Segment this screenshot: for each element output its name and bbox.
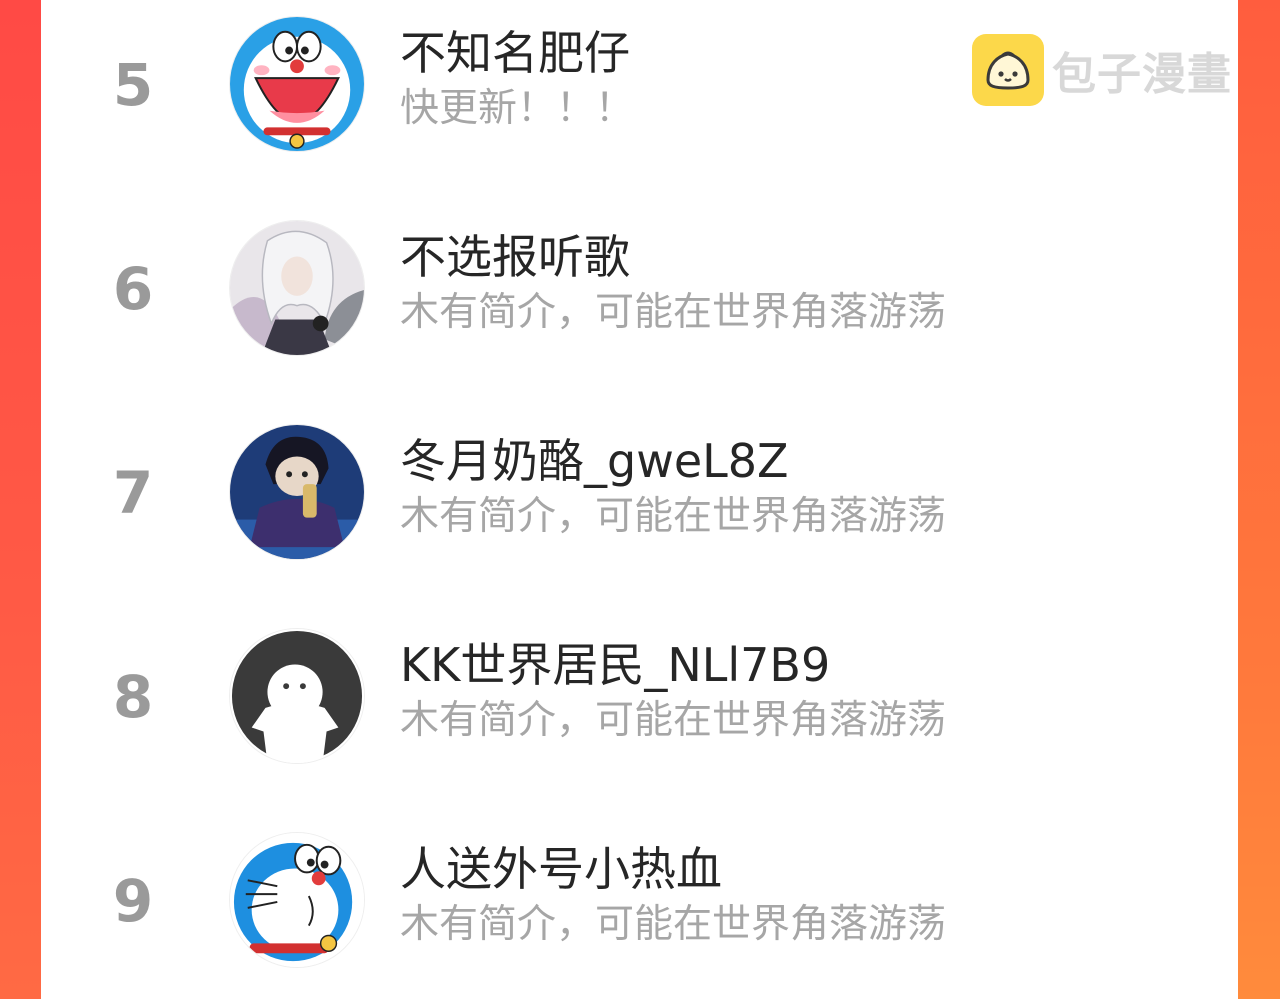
user-bio: 木有简介，可能在世界角落游荡 — [400, 494, 947, 539]
rank-number: 8 — [112, 663, 154, 731]
default-ghost-avatar[interactable] — [229, 628, 365, 764]
user-bio: 木有简介，可能在世界角落游荡 — [400, 290, 947, 335]
rank-number: 6 — [112, 255, 154, 323]
doraemon-avatar[interactable] — [229, 832, 365, 968]
user-name[interactable]: 人送外号小热血 — [400, 844, 722, 895]
rank-number: 7 — [112, 459, 154, 527]
user-name[interactable]: KK世界居民_NLl7B9 — [400, 640, 830, 691]
user-name[interactable]: 冬月奶酪_gweL8Z — [400, 436, 789, 487]
rank-number: 5 — [112, 51, 154, 119]
user-row[interactable]: 6 不选报听歌 木有简介，可能在世界角落游荡 — [0, 218, 1280, 358]
rank-number: 9 — [112, 867, 154, 935]
ranking-list: 5 不知名肥仔 快更新！！！ 6 不选报听歌 木有简介，可能在世界角落游荡 7 … — [0, 0, 1280, 999]
doraemon-face-avatar[interactable] — [229, 16, 365, 152]
user-name[interactable]: 不知名肥仔 — [400, 28, 630, 79]
user-row[interactable]: 5 不知名肥仔 快更新！！！ — [0, 14, 1280, 154]
anime-dark-character-avatar[interactable] — [229, 424, 365, 560]
user-row[interactable]: 7 冬月奶酪_gweL8Z 木有简介，可能在世界角落游荡 — [0, 422, 1280, 562]
anime-white-hair-avatar[interactable] — [229, 220, 365, 356]
user-row[interactable]: 9 人送外号小热血 木有简介，可能在世界角落游荡 — [0, 830, 1280, 970]
user-bio: 木有简介，可能在世界角落游荡 — [400, 698, 947, 743]
user-row[interactable]: 8 KK世界居民_NLl7B9 木有简介，可能在世界角落游荡 — [0, 626, 1280, 766]
user-name[interactable]: 不选报听歌 — [400, 232, 630, 283]
user-bio: 快更新！！！ — [400, 86, 635, 131]
user-bio: 木有简介，可能在世界角落游荡 — [400, 902, 947, 947]
